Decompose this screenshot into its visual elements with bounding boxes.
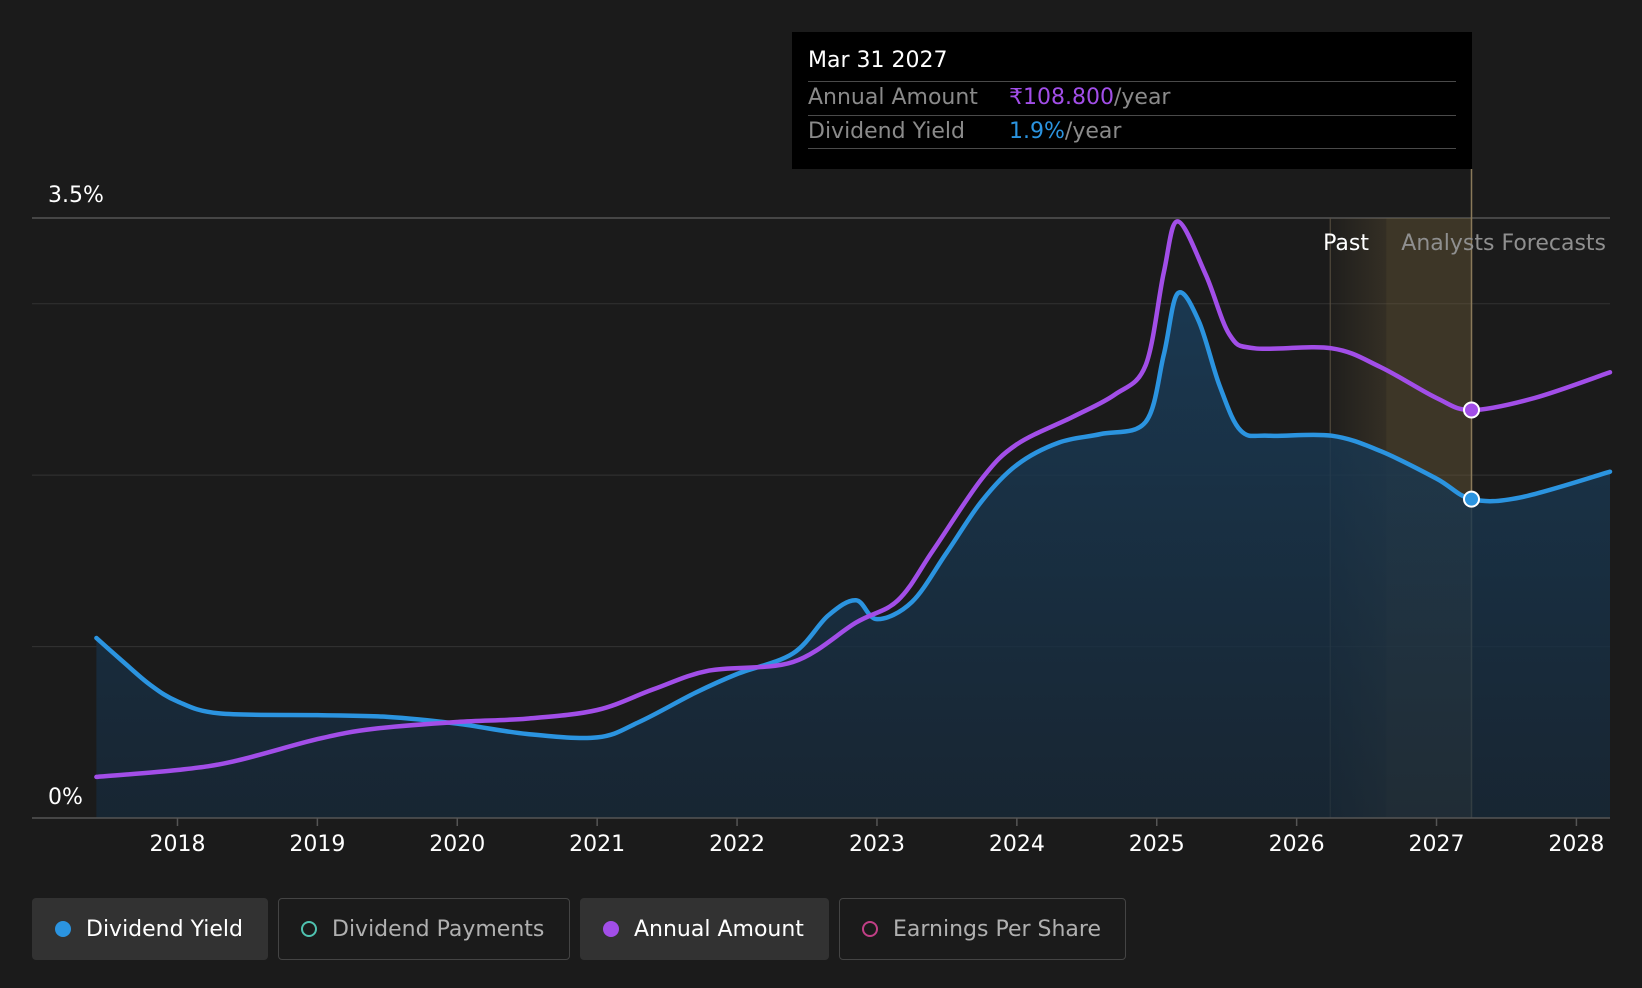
hollow-dot-icon: [862, 921, 878, 937]
tooltip-dividend-yield-unit: /year: [1064, 119, 1122, 144]
tooltip-row-dividend-yield: Dividend Yield 1.9%/year: [808, 115, 1456, 149]
tooltip-annual-amount-label: Annual Amount: [808, 85, 978, 110]
tooltip-annual-amount-value: ₹108.800: [1009, 85, 1114, 110]
filled-dot-icon: [603, 921, 619, 937]
x-tick-label: 2026: [1269, 832, 1325, 857]
x-tick-label: 2027: [1409, 832, 1465, 857]
legend-label: Annual Amount: [634, 916, 804, 942]
legend-label: Dividend Yield: [86, 916, 243, 942]
x-tick-label: 2019: [289, 832, 345, 857]
hollow-dot-icon: [301, 921, 317, 937]
y-tick-label: 0%: [48, 785, 83, 810]
x-tick-label: 2023: [849, 832, 905, 857]
y-tick-label: 3.5%: [48, 183, 104, 208]
annual-amount-marker: [1463, 401, 1481, 419]
past-label: Past: [1323, 231, 1369, 256]
filled-dot-icon: [55, 921, 71, 937]
chart-tooltip: Mar 31 2027 Annual Amount ₹108.800/year …: [792, 32, 1472, 169]
legend-earnings-per-share[interactable]: Earnings Per Share: [839, 898, 1126, 960]
tooltip-row-annual-amount: Annual Amount ₹108.800/year: [808, 81, 1456, 114]
x-tick-label: 2020: [429, 832, 485, 857]
x-tick-label: 2022: [709, 832, 765, 857]
tooltip-dividend-yield-value: 1.9%: [1009, 119, 1065, 144]
x-tick-label: 2024: [989, 832, 1045, 857]
chart-legend: Dividend Yield Dividend Payments Annual …: [32, 898, 1126, 960]
legend-dividend-payments[interactable]: Dividend Payments: [278, 898, 570, 960]
tooltip-dividend-yield-label: Dividend Yield: [808, 119, 965, 144]
x-tick-label: 2018: [149, 832, 205, 857]
tooltip-date: Mar 31 2027: [808, 48, 948, 73]
tooltip-annual-amount-unit: /year: [1113, 85, 1171, 110]
dividend-yield-marker: [1463, 490, 1481, 508]
legend-label: Dividend Payments: [332, 916, 545, 942]
x-tick-label: 2025: [1129, 832, 1185, 857]
x-tick-label: 2028: [1548, 832, 1604, 857]
legend-annual-amount[interactable]: Annual Amount: [580, 898, 829, 960]
forecast-label: Analysts Forecasts: [1401, 231, 1606, 256]
legend-dividend-yield[interactable]: Dividend Yield: [32, 898, 268, 960]
legend-label: Earnings Per Share: [893, 916, 1102, 942]
x-tick-label: 2021: [569, 832, 625, 857]
